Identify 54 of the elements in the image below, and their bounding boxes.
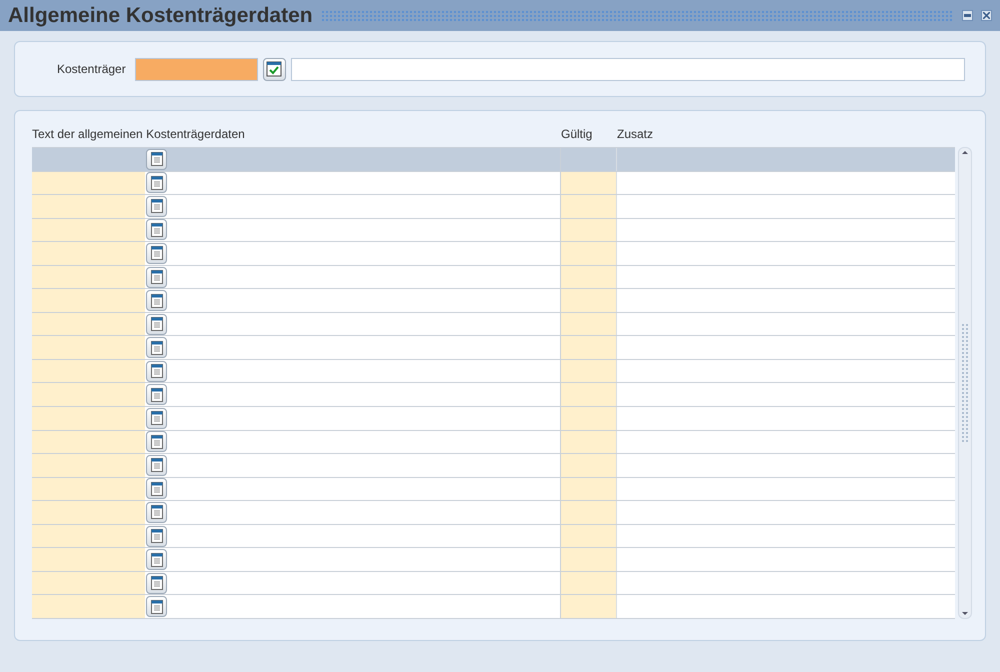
close-icon <box>983 12 990 19</box>
text-button[interactable] <box>146 454 167 476</box>
document-icon <box>150 270 162 284</box>
document-icon <box>150 317 162 332</box>
list-button[interactable] <box>262 58 286 80</box>
text-button[interactable] <box>146 196 167 217</box>
scrollbar[interactable] <box>958 147 972 619</box>
text-button[interactable] <box>146 290 167 312</box>
document-icon <box>150 458 162 472</box>
minimize-button[interactable] <box>962 10 973 21</box>
document-icon <box>150 600 162 614</box>
document-icon <box>150 364 162 378</box>
text-button[interactable] <box>146 408 167 429</box>
document-icon <box>150 505 162 520</box>
text-button[interactable] <box>146 572 167 594</box>
field-label: Kostenträger <box>57 61 126 78</box>
document-icon <box>150 340 162 355</box>
description-field[interactable] <box>290 58 965 80</box>
document-icon <box>150 552 162 567</box>
document-icon <box>150 246 162 260</box>
document-icon <box>150 199 162 214</box>
text-button[interactable] <box>146 337 167 358</box>
calendar-check-icon <box>266 61 282 77</box>
text-button[interactable] <box>146 219 167 240</box>
text-button[interactable] <box>146 314 167 335</box>
window-title: Allgemeine Kostenträgerdaten <box>8 2 313 29</box>
text-button[interactable] <box>146 549 167 570</box>
text-button[interactable] <box>146 266 167 288</box>
text-button[interactable] <box>146 526 167 547</box>
document-icon <box>150 529 162 544</box>
text-button[interactable] <box>146 172 167 194</box>
document-icon <box>150 411 162 426</box>
document-icon <box>150 294 162 308</box>
text-button[interactable] <box>146 148 167 170</box>
document-icon <box>150 576 162 590</box>
document-icon <box>150 222 162 237</box>
text-button[interactable] <box>146 431 167 452</box>
document-icon <box>150 434 162 449</box>
minimize-icon <box>964 14 971 17</box>
document-icon <box>150 176 162 190</box>
document-icon <box>150 482 162 496</box>
input-field[interactable] <box>134 58 258 80</box>
document-icon <box>150 388 162 402</box>
text-button[interactable] <box>146 502 167 523</box>
column-header: Gültig <box>561 127 592 141</box>
text-button[interactable] <box>146 596 167 618</box>
text-button[interactable] <box>146 242 167 264</box>
text-button[interactable] <box>146 478 167 500</box>
column-header: Text der allgemeinen Kostenträgerdaten <box>32 127 245 141</box>
text-button[interactable] <box>146 384 167 406</box>
text-button[interactable] <box>146 360 167 382</box>
document-icon <box>150 152 162 166</box>
column-header: Zusatz <box>617 127 654 141</box>
close-button[interactable] <box>981 10 992 21</box>
